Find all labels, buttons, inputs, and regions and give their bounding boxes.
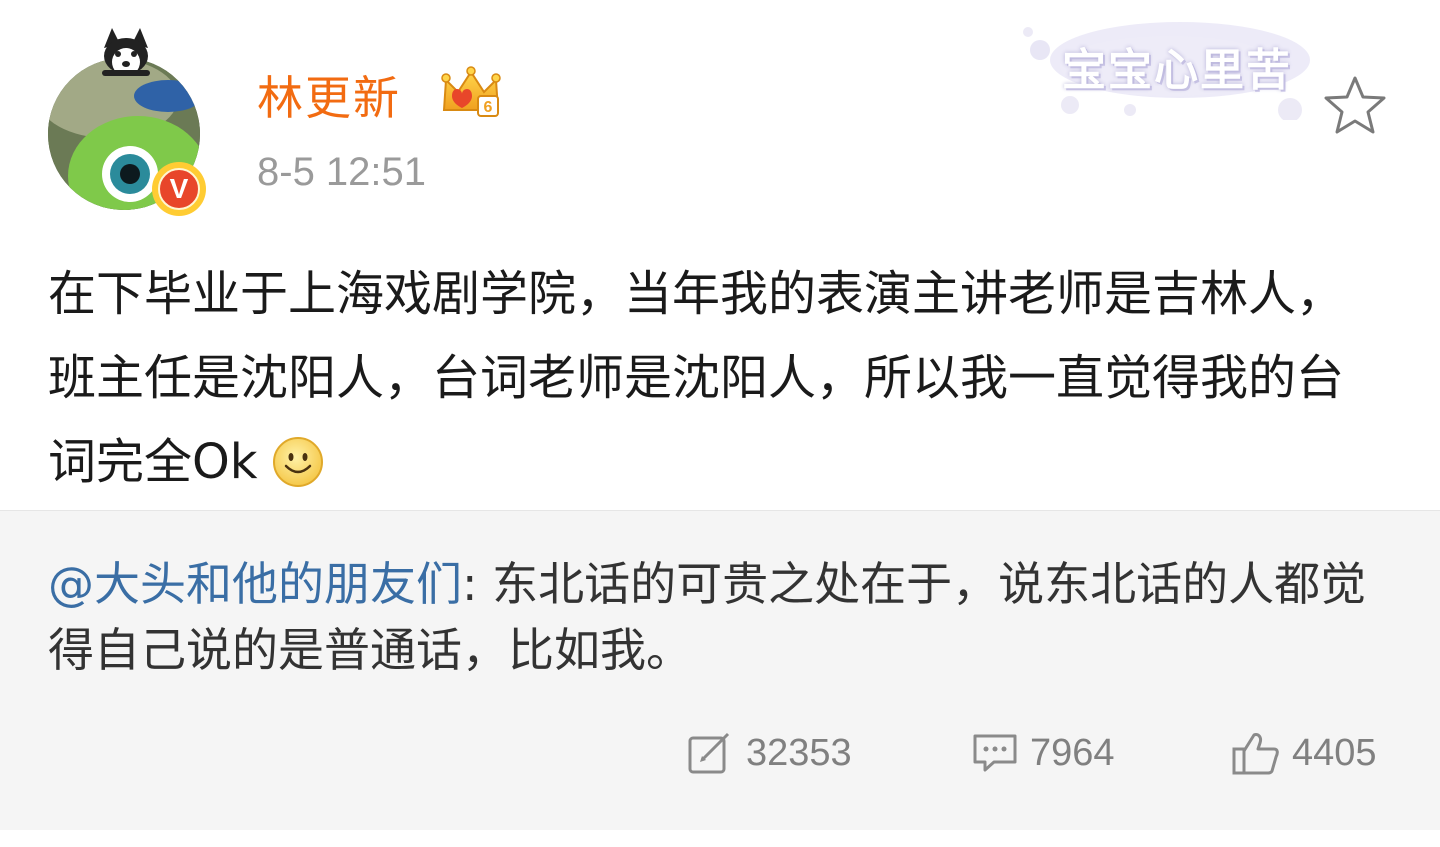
card-bottom-divider [0,830,1440,847]
retweeted-content[interactable]: @大头和他的朋友们: 东北话的可贵之处在于，说东北话的人都觉得自己说的是普通话，… [0,510,1440,831]
card-sticker-decoration: 宝宝心里苦 [1020,10,1320,122]
smile-emoji-icon [272,430,324,487]
thumbs-up-icon [1232,733,1279,775]
post-body: 在下毕业于上海戏剧学院，当年我的表演主讲老师是吉林人，班主任是沈阳人，台词老师是… [48,252,1388,504]
like-count: 4405 [1292,731,1377,774]
mention-link[interactable]: @大头和他的朋友们 [48,557,462,611]
post-header: V 林更新 6 8-5 12:51 宝宝心里苦 [0,0,1440,230]
repost-button[interactable]: 32353 [688,723,852,783]
user-avatar[interactable]: V [48,28,206,216]
action-bar: 32353 7964 4405 [0,723,1440,783]
sticker-text: 宝宝心里苦 [1062,45,1292,96]
repost-edit-icon [688,732,730,774]
comment-bubble-icon [973,734,1017,772]
repost-count: 32353 [746,731,852,774]
username[interactable]: 林更新 [257,62,401,128]
comment-count: 7964 [1030,731,1115,774]
verified-badge: V [152,162,206,216]
retweet-separator: : [462,557,493,611]
star-outline-icon[interactable] [1322,72,1388,138]
weibo-post-card: V 林更新 6 8-5 12:51 宝宝心里苦 在下毕业于上海戏剧学院，当年我的… [0,0,1440,847]
retweet-text-block: @大头和他的朋友们: 东北话的可贵之处在于，说东北话的人都觉得自己说的是普通话，… [48,551,1388,683]
post-text: 在下毕业于上海戏剧学院，当年我的表演主讲老师是吉林人，班主任是沈阳人，台词老师是… [48,266,1345,490]
vip-level: 6 [484,99,493,116]
comment-button[interactable]: 7964 [972,723,1115,783]
post-timestamp: 8-5 12:51 [257,150,427,194]
crown-vip-icon[interactable]: 6 [440,66,502,120]
husky-pendant-icon [98,28,154,78]
like-button[interactable]: 4405 [1232,723,1377,783]
verified-mark: V [158,168,200,210]
